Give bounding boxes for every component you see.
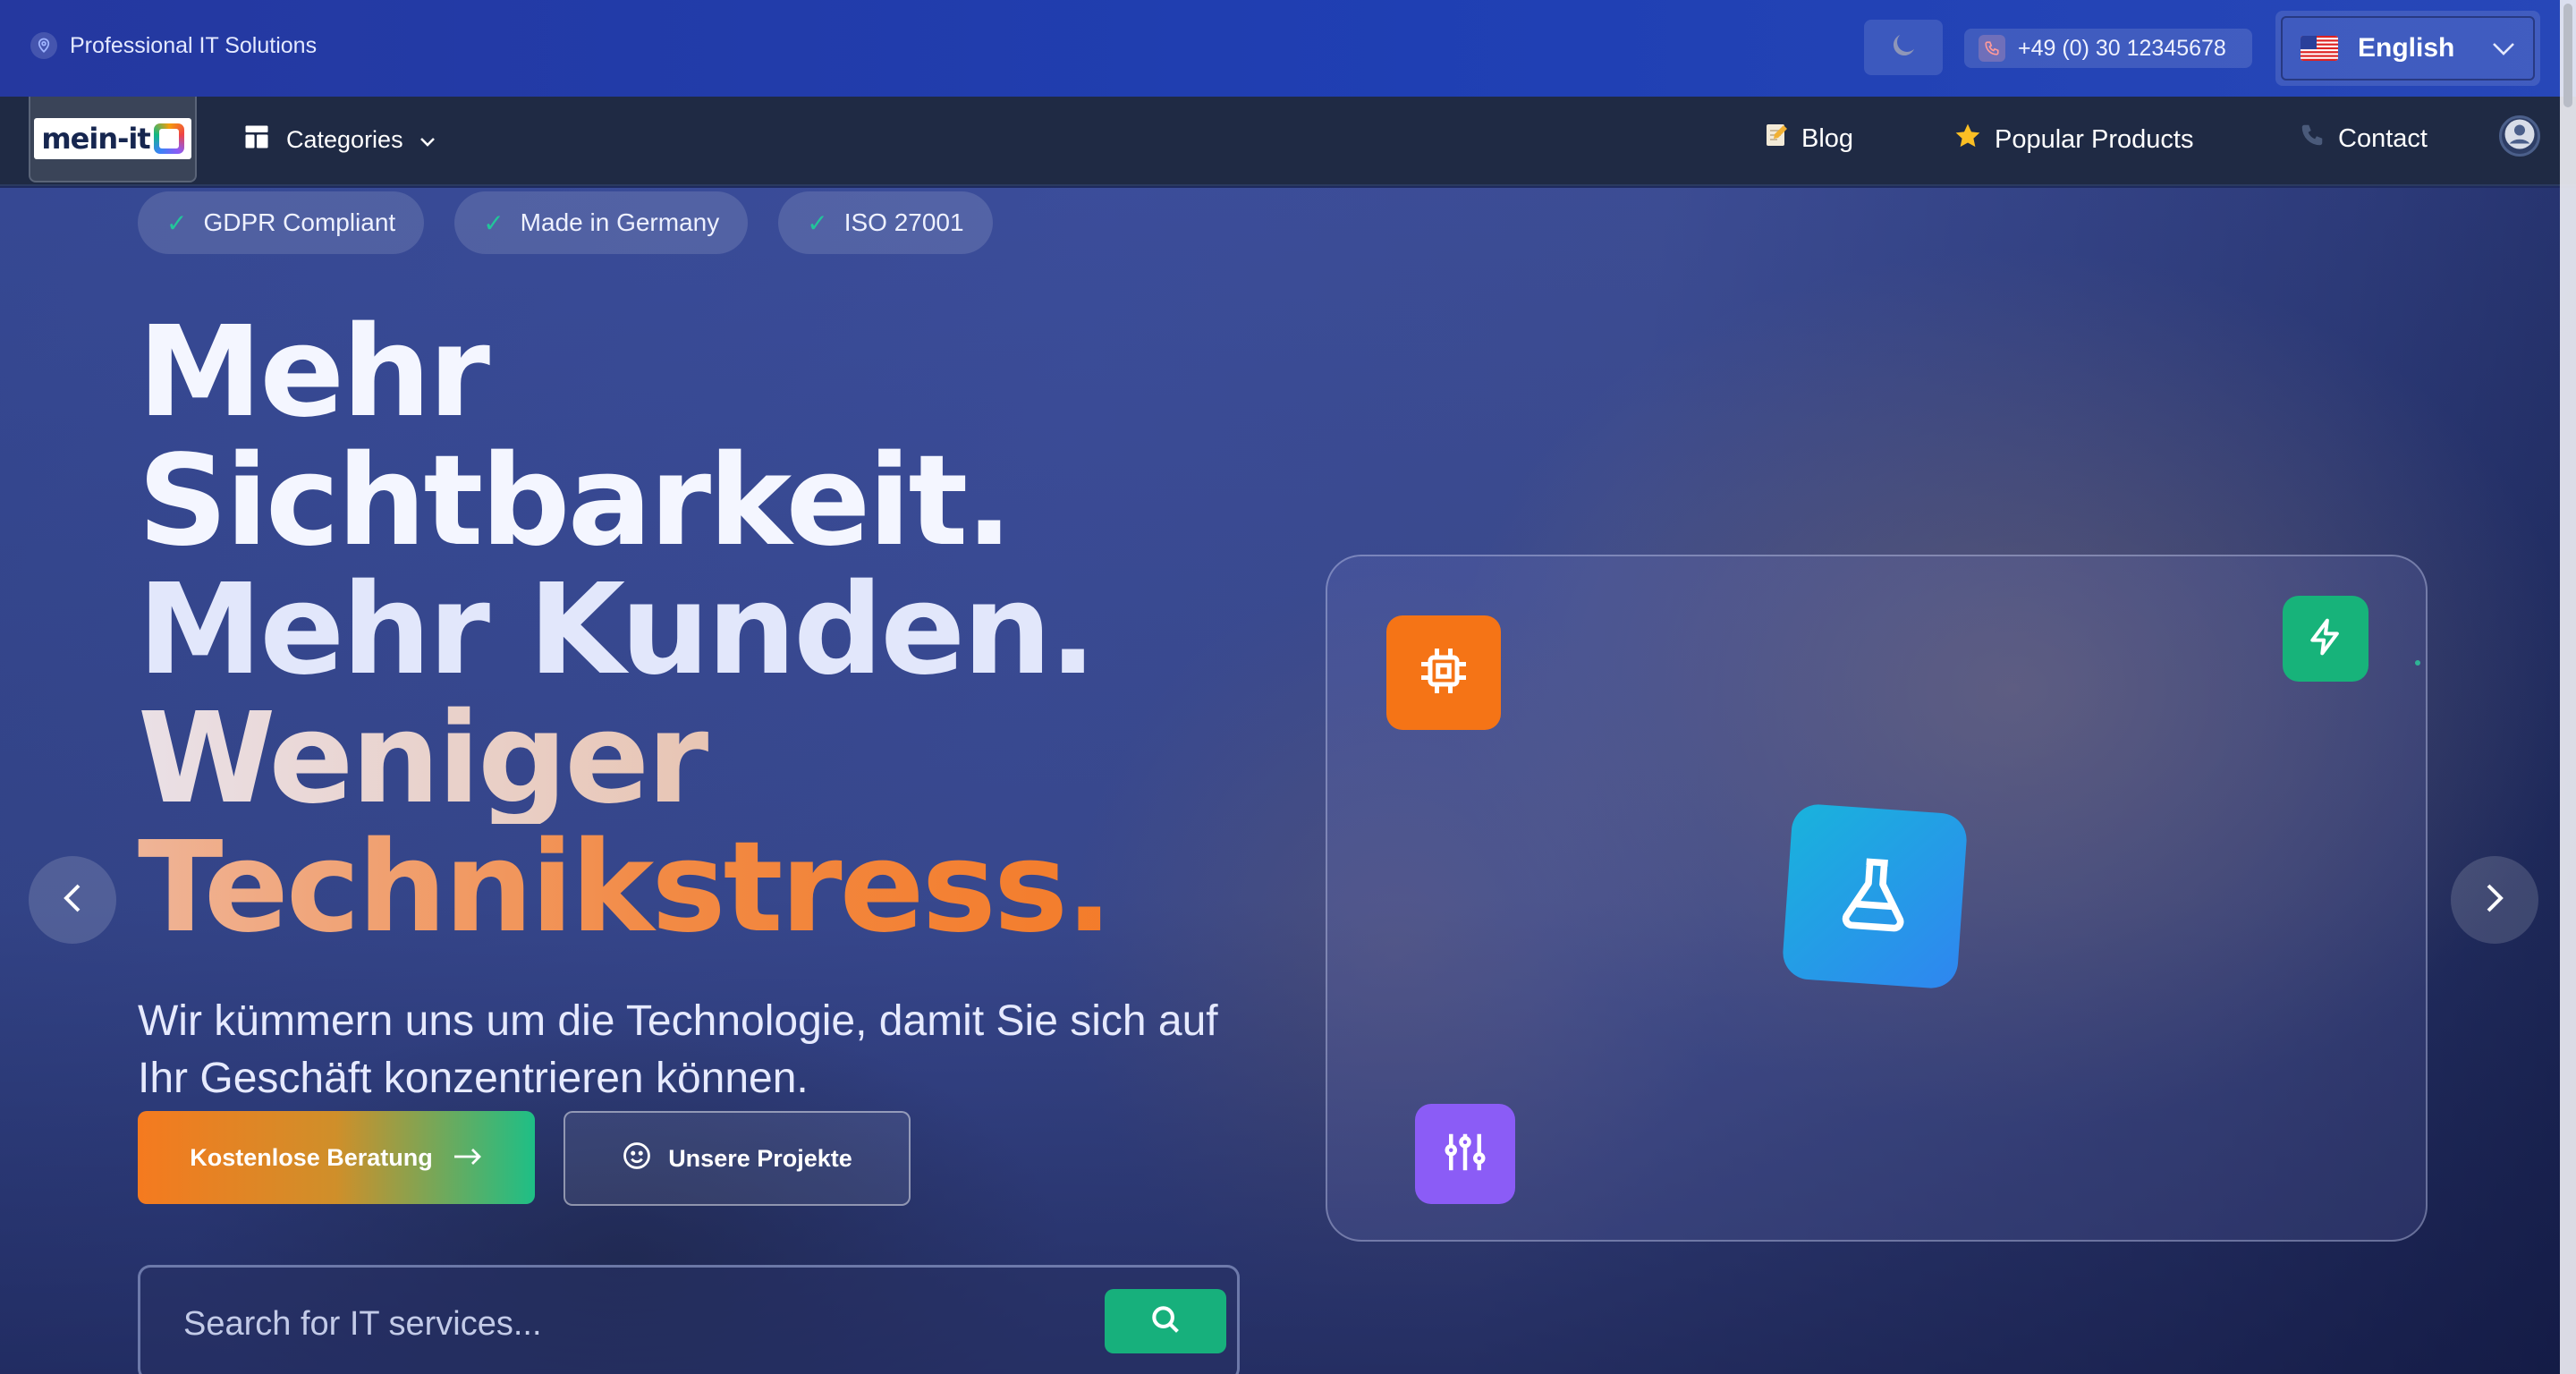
flask-icon bbox=[1829, 848, 1921, 944]
phone-icon bbox=[2299, 122, 2326, 156]
feature-icon-card bbox=[1326, 555, 2428, 1242]
user-account-button[interactable] bbox=[2499, 115, 2540, 157]
carousel-next-button[interactable] bbox=[2451, 856, 2538, 944]
headline-line-5: Technikstress. bbox=[138, 824, 1301, 953]
our-projects-button[interactable]: Unsere Projekte bbox=[564, 1111, 911, 1206]
top-bar: Professional IT Solutions +49 (0) 30 123… bbox=[0, 0, 2576, 97]
headline-line-1: Mehr bbox=[138, 300, 490, 445]
chevron-left-icon bbox=[61, 882, 84, 919]
free-consultation-button[interactable]: Kostenlose Beratung bbox=[138, 1111, 535, 1204]
nav-link-label: Contact bbox=[2338, 123, 2428, 153]
chevron-down-icon bbox=[419, 126, 436, 154]
check-icon: ✓ bbox=[166, 208, 188, 237]
badge-label: GDPR Compliant bbox=[203, 208, 396, 236]
theme-toggle-button[interactable] bbox=[1864, 20, 1943, 75]
badge-label: ISO 27001 bbox=[843, 208, 964, 236]
lightning-tile bbox=[2283, 596, 2368, 682]
check-icon: ✓ bbox=[807, 208, 828, 237]
headline-line-2: Sichtbarkeit. bbox=[138, 428, 1013, 574]
badge-label: Made in Germany bbox=[520, 208, 720, 236]
nav-link-blog[interactable]: Blog bbox=[1764, 122, 1853, 156]
nav-link-popular-products[interactable]: Popular Products bbox=[1953, 122, 2193, 157]
nav-link-contact[interactable]: Contact bbox=[2299, 122, 2428, 156]
logo-square-icon bbox=[153, 123, 184, 154]
cpu-tile bbox=[1386, 615, 1501, 730]
main-navbar: mein-it Categories Blog Popular Products… bbox=[0, 97, 2576, 186]
nav-link-label: Blog bbox=[1801, 123, 1854, 153]
logo-text: mein-it bbox=[41, 122, 150, 156]
smiley-icon bbox=[622, 1141, 652, 1177]
sliders-icon bbox=[1441, 1128, 1489, 1181]
lightning-icon bbox=[2306, 617, 2345, 661]
hero-headline: Mehr Sichtbarkeit. Mehr Kunden. Weniger … bbox=[138, 309, 1301, 953]
us-flag-icon bbox=[2301, 36, 2338, 61]
phone-icon bbox=[1979, 35, 2005, 62]
tagline-text: Professional IT Solutions bbox=[70, 32, 318, 58]
categories-label: Categories bbox=[286, 126, 403, 153]
headline-line-3: Mehr Kunden. bbox=[138, 557, 1097, 703]
hero-subtext: Wir kümmern uns um die Technologie, dami… bbox=[138, 997, 1218, 1102]
phone-number: +49 (0) 30 12345678 bbox=[2018, 35, 2226, 61]
search-button[interactable] bbox=[1105, 1289, 1226, 1353]
chevron-down-icon bbox=[2492, 33, 2515, 64]
button-label: Kostenlose Beratung bbox=[190, 1143, 433, 1171]
language-selector-inner: English bbox=[2281, 16, 2535, 81]
user-avatar-icon bbox=[2504, 118, 2536, 155]
search-icon bbox=[1148, 1302, 1182, 1341]
arrow-right-icon bbox=[453, 1144, 483, 1172]
badge-made-in-germany: ✓ Made in Germany bbox=[454, 191, 749, 254]
moon-icon bbox=[1887, 30, 1919, 66]
scrollbar-thumb[interactable] bbox=[2563, 4, 2572, 107]
badge-iso: ✓ ISO 27001 bbox=[778, 191, 993, 254]
language-selector[interactable]: English bbox=[2275, 11, 2540, 86]
scrollbar-track[interactable] bbox=[2560, 0, 2576, 1374]
check-icon: ✓ bbox=[483, 208, 504, 237]
phone-link[interactable]: +49 (0) 30 12345678 bbox=[1964, 29, 2252, 68]
search-input[interactable] bbox=[183, 1302, 1078, 1346]
headline-line-4: Weniger bbox=[138, 695, 1301, 824]
location-pin-icon bbox=[30, 32, 57, 59]
logo-link[interactable]: mein-it bbox=[29, 97, 197, 182]
flask-tile bbox=[1781, 802, 1969, 990]
categories-menu[interactable]: Categories bbox=[243, 123, 436, 157]
tagline: Professional IT Solutions bbox=[30, 32, 317, 59]
nav-link-label: Popular Products bbox=[1995, 124, 2194, 154]
sliders-tile bbox=[1415, 1104, 1515, 1204]
service-search bbox=[138, 1265, 1240, 1374]
layout-grid-icon bbox=[243, 123, 270, 157]
language-label: English bbox=[2358, 33, 2455, 63]
star-icon bbox=[1953, 122, 1982, 157]
trust-badges: ✓ GDPR Compliant ✓ Made in Germany ✓ ISO… bbox=[138, 191, 993, 254]
chevron-right-icon bbox=[2483, 882, 2506, 919]
carousel-prev-button[interactable] bbox=[29, 856, 116, 944]
hero-section: ✓ GDPR Compliant ✓ Made in Germany ✓ ISO… bbox=[0, 188, 2576, 1374]
button-label: Unsere Projekte bbox=[668, 1144, 852, 1172]
cpu-icon bbox=[1417, 644, 1470, 702]
logo: mein-it bbox=[34, 118, 191, 159]
memo-icon bbox=[1764, 122, 1789, 156]
badge-gdpr: ✓ GDPR Compliant bbox=[138, 191, 425, 254]
